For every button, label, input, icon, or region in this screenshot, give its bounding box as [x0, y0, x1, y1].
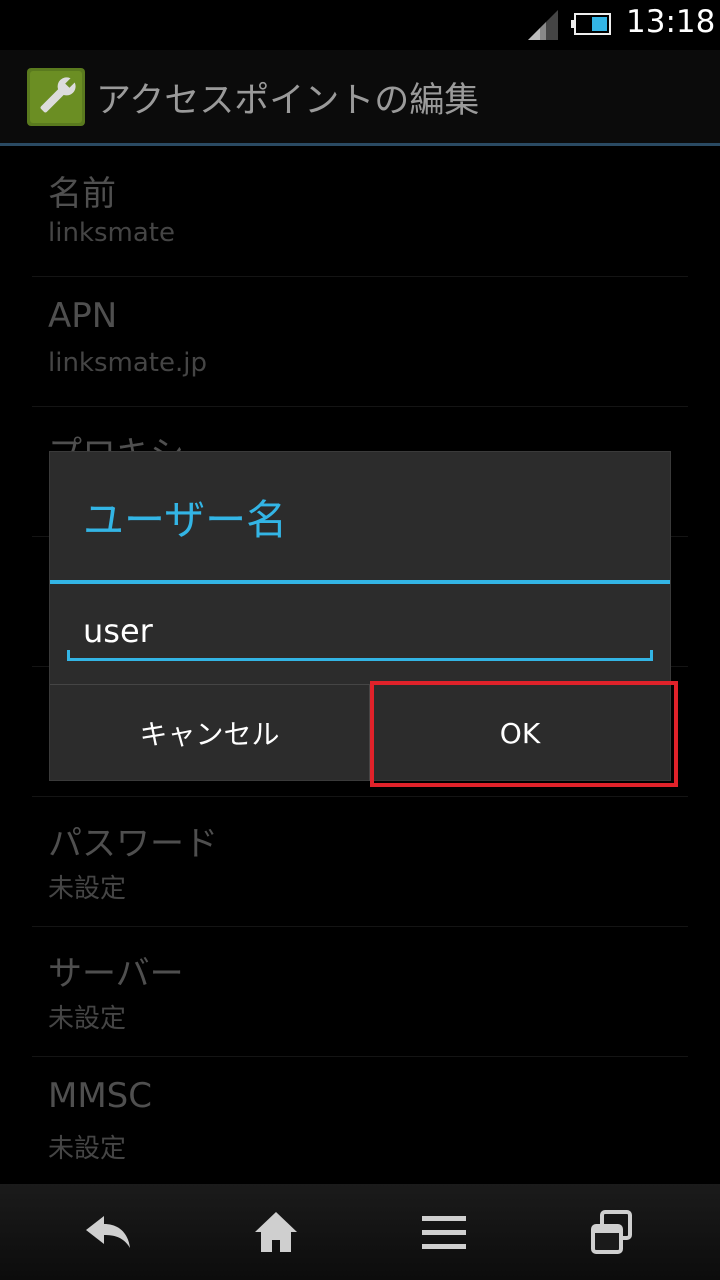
input-underline-left-tick: [67, 650, 70, 660]
cancel-button[interactable]: キャンセル: [50, 685, 370, 781]
home-button[interactable]: [221, 1184, 331, 1280]
navigation-bar: [0, 1184, 720, 1280]
battery-icon: [571, 13, 611, 35]
home-icon: [255, 1212, 297, 1252]
input-underline: [67, 658, 653, 661]
page-title: アクセスポイントの編集: [96, 81, 480, 121]
input-underline-right-tick: [650, 650, 653, 660]
status-clock: 13:18: [626, 4, 716, 40]
wrench-icon[interactable]: [27, 68, 85, 126]
dialog-title-divider: [50, 580, 670, 584]
menu-icon: [422, 1216, 466, 1249]
recent-apps-icon: [591, 1210, 632, 1254]
recent-apps-button[interactable]: [557, 1184, 667, 1280]
signal-icon: [528, 10, 558, 40]
username-input[interactable]: [67, 602, 653, 660]
status-bar: 13:18: [0, 0, 720, 50]
menu-button[interactable]: [389, 1184, 499, 1280]
back-icon: [86, 1216, 130, 1248]
action-bar: アクセスポイントの編集: [0, 50, 720, 144]
back-button[interactable]: [53, 1184, 163, 1280]
ok-button-highlight-box: [370, 681, 678, 787]
username-field: [67, 602, 653, 662]
dialog-title: ユーザー名: [83, 496, 288, 544]
